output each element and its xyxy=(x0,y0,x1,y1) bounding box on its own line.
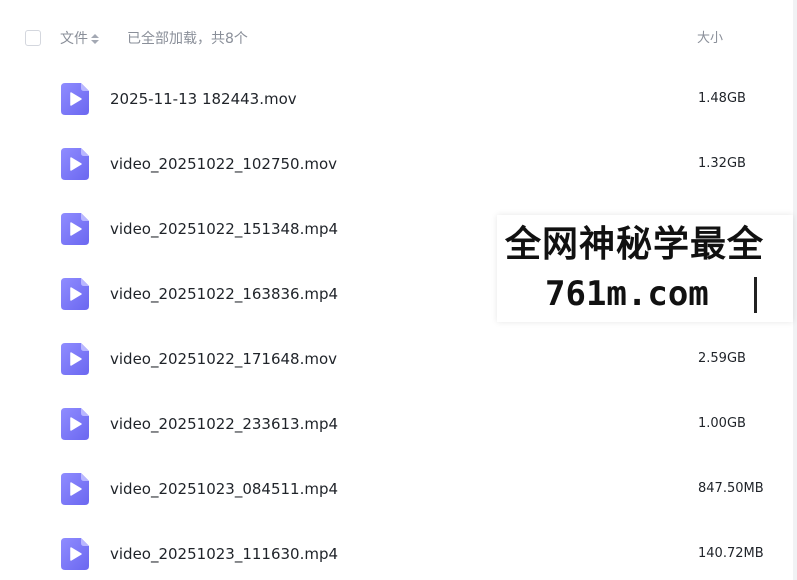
file-row[interactable]: video_20251022_171648.mov 2.59GB xyxy=(0,326,793,391)
watermark-title: 全网神秘学最全 xyxy=(505,224,765,265)
name-column-header[interactable]: 文件 xyxy=(60,29,99,49)
watermark-cursor xyxy=(754,277,757,313)
watermark-overlay: 全网神秘学最全 761m.com xyxy=(497,215,793,322)
file-row[interactable]: video_20251023_084511.mp4 847.50MB xyxy=(0,456,793,521)
file-row[interactable]: video_20251022_233613.mp4 1.00GB xyxy=(0,391,793,456)
file-size: 1.00GB xyxy=(698,416,746,431)
file-size: 2.59GB xyxy=(698,351,746,366)
sort-icon[interactable] xyxy=(91,33,99,45)
file-row[interactable]: 2025-11-13 182443.mov 1.48GB xyxy=(0,66,793,131)
video-file-icon xyxy=(61,83,89,115)
watermark-url: 761m.com xyxy=(545,274,709,314)
video-file-icon xyxy=(61,213,89,245)
file-name[interactable]: video_20251022_151348.mp4 xyxy=(110,218,338,240)
file-name[interactable]: video_20251022_102750.mov xyxy=(110,153,337,175)
file-name[interactable]: video_20251023_084511.mp4 xyxy=(110,478,338,500)
file-name[interactable]: video_20251022_233613.mp4 xyxy=(110,413,338,435)
file-name[interactable]: video_20251022_163836.mp4 xyxy=(110,283,338,305)
video-file-icon xyxy=(61,148,89,180)
file-size: 847.50MB xyxy=(698,481,764,496)
video-file-icon xyxy=(61,278,89,310)
video-file-icon xyxy=(61,473,89,505)
file-size: 140.72MB xyxy=(698,546,764,561)
file-size: 1.48GB xyxy=(698,91,746,106)
size-column-header[interactable]: 大小 xyxy=(697,29,723,49)
select-all-checkbox[interactable] xyxy=(25,30,41,46)
file-name[interactable]: 2025-11-13 182443.mov xyxy=(110,88,297,110)
load-status-text: 已全部加载，共8个 xyxy=(127,31,248,47)
file-name[interactable]: video_20251022_171648.mov xyxy=(110,348,337,370)
file-manager-page: 文件 已全部加载，共8个 大小 2025-11-13 182443.mov 1.4… xyxy=(0,0,797,580)
file-name[interactable]: video_20251023_111630.mp4 xyxy=(110,543,338,565)
file-row[interactable]: video_20251022_102750.mov 1.32GB xyxy=(0,131,793,196)
name-column-label: 文件 xyxy=(60,31,88,47)
video-file-icon xyxy=(61,408,89,440)
scrollbar-track[interactable] xyxy=(793,0,797,580)
file-row[interactable]: video_20251023_111630.mp4 140.72MB xyxy=(0,521,793,580)
file-size: 1.32GB xyxy=(698,156,746,171)
file-list: 2025-11-13 182443.mov 1.48GB video_2025102… xyxy=(0,66,793,580)
video-file-icon xyxy=(61,538,89,570)
video-file-icon xyxy=(61,343,89,375)
